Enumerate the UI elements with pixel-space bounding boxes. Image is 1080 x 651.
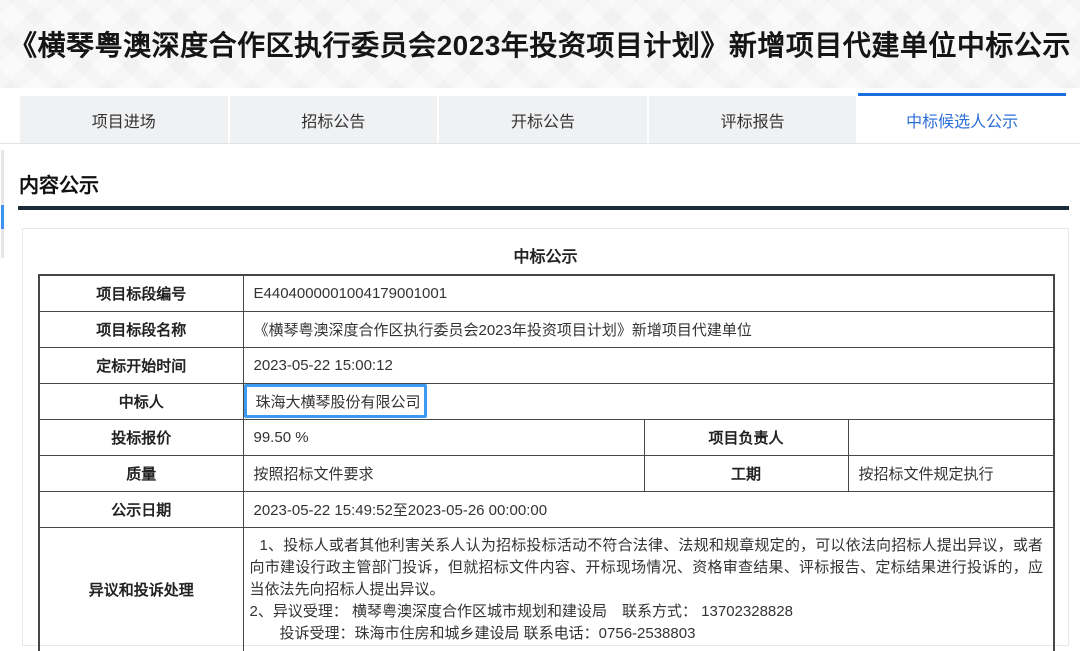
dispute-paragraph-2: 2、异议受理： 横琴粤澳深度合作区城市规划和建设局 联系方式： 13702328… — [250, 601, 1044, 623]
section-divider — [18, 206, 1069, 210]
segment-name-value: 《横琴粤澳深度合作区执行委员会2023年投资项目计划》新增项目代建单位 — [243, 311, 1054, 347]
tab-evaluation-report[interactable]: 评标报告 — [649, 96, 859, 143]
tab-winner-candidates[interactable]: 中标候选人公示 — [858, 93, 1066, 143]
segment-name-label: 项目标段名称 — [39, 311, 243, 347]
decision-start-time-label: 定标开始时间 — [39, 347, 243, 383]
winner-label: 中标人 — [39, 383, 243, 419]
table-row-segment-name: 项目标段名称 《横琴粤澳深度合作区执行委员会2023年投资项目计划》新增项目代建… — [39, 311, 1054, 347]
tab-tender-notice[interactable]: 招标公告 — [230, 96, 440, 143]
table-row-dispute: 异议和投诉处理 1、投标人或者其他利害关系人认为招标投标活动不符合法律、法规和规… — [39, 527, 1054, 651]
winner-highlight-box[interactable]: 珠海大横琴股份有限公司 — [244, 384, 427, 418]
tab-bar: 项目进场 招标公告 开标公告 评标报告 中标候选人公示 — [0, 93, 1080, 144]
publicity-period-value: 2023-05-22 15:49:52至2023-05-26 00:00:00 — [243, 491, 1054, 527]
quality-label: 质量 — [39, 455, 243, 491]
page-header: 《横琴粤澳深度合作区执行委员会2023年投资项目计划》新增项目代建单位中标公示 — [0, 0, 1080, 88]
project-manager-label: 项目负责人 — [644, 419, 848, 455]
segment-code-label: 项目标段编号 — [39, 275, 243, 311]
table-row-segment-code: 项目标段编号 E4404000001004179001001 — [39, 275, 1054, 311]
dispute-label: 异议和投诉处理 — [39, 527, 243, 651]
tab-list: 项目进场 招标公告 开标公告 评标报告 中标候选人公示 — [20, 93, 1066, 143]
notice-title: 中标公示 — [23, 243, 1068, 267]
table-row-decision-start-time: 定标开始时间 2023-05-22 15:00:12 — [39, 347, 1054, 383]
tab-project-entry[interactable]: 项目进场 — [20, 96, 230, 143]
notice-panel: 中标公示 项目标段编号 E4404000001004179001001 项目标段… — [22, 228, 1069, 646]
bid-price-label: 投标报价 — [39, 419, 243, 455]
tab-bid-opening[interactable]: 开标公告 — [439, 96, 649, 143]
quality-value: 按照招标文件要求 — [243, 455, 644, 491]
decision-start-time-value: 2023-05-22 15:00:12 — [243, 347, 1054, 383]
dispute-content: 1、投标人或者其他利害关系人认为招标投标活动不符合法律、法规和规章规定的，可以依… — [243, 527, 1054, 651]
winner-value-cell: 珠海大横琴股份有限公司 — [243, 383, 1054, 419]
table-row-publicity-period: 公示日期 2023-05-22 15:49:52至2023-05-26 00:0… — [39, 491, 1054, 527]
notice-table: 项目标段编号 E4404000001004179001001 项目标段名称 《横… — [38, 274, 1055, 651]
section-heading: 内容公示 — [19, 169, 99, 198]
page: 《横琴粤澳深度合作区执行委员会2023年投资项目计划》新增项目代建单位中标公示 … — [0, 0, 1080, 651]
left-scrollbar-track — [1, 150, 4, 258]
publicity-period-label: 公示日期 — [39, 491, 243, 527]
project-manager-value — [848, 419, 1054, 455]
dispute-paragraphs: 1、投标人或者其他利害关系人认为招标投标活动不符合法律、法规和规章规定的，可以依… — [250, 535, 1044, 645]
segment-code-value: E4404000001004179001001 — [243, 275, 1054, 311]
table-row-bid-price: 投标报价 99.50 % 项目负责人 — [39, 419, 1054, 455]
left-scrollbar-thumb[interactable] — [1, 205, 4, 229]
table-row-quality: 质量 按照招标文件要求 工期 按招标文件规定执行 — [39, 455, 1054, 491]
dispute-paragraph-3: 投诉受理：珠海市住房和城乡建设局 联系电话：0756-2538803 — [250, 623, 1044, 645]
duration-value: 按招标文件规定执行 — [848, 455, 1054, 491]
table-row-winner: 中标人 珠海大横琴股份有限公司 — [39, 383, 1054, 419]
page-title: 《横琴粤澳深度合作区执行委员会2023年投资项目计划》新增项目代建单位中标公示 — [9, 24, 1071, 64]
bid-price-value: 99.50 % — [243, 419, 644, 455]
dispute-paragraph-1: 1、投标人或者其他利害关系人认为招标投标活动不符合法律、法规和规章规定的，可以依… — [250, 535, 1044, 601]
duration-label: 工期 — [644, 455, 848, 491]
